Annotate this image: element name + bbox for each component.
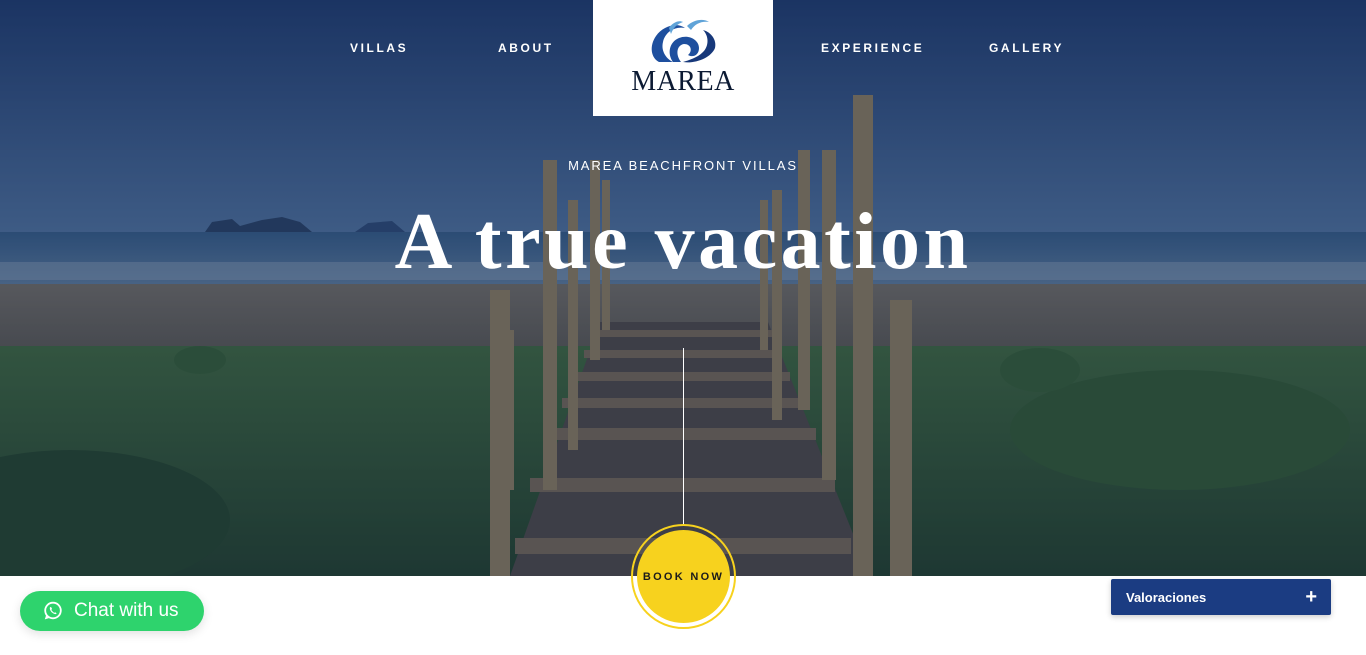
valoraciones-label: Valoraciones (1126, 589, 1207, 605)
page: VILLAS ABOUT EXPERIENCE GALLERY MAREA MA… (0, 0, 1366, 655)
hero-divider-line (683, 348, 684, 526)
nav-about-link[interactable]: ABOUT (498, 41, 554, 55)
valoraciones-widget[interactable]: Valoraciones + (1111, 579, 1331, 615)
nav-villas-link[interactable]: VILLAS (350, 41, 408, 55)
plus-icon[interactable]: + (1305, 587, 1317, 607)
nav-experience-link[interactable]: EXPERIENCE (821, 41, 924, 55)
chat-with-us-button[interactable]: Chat with us (20, 591, 204, 631)
logo-home-link[interactable]: MAREA (593, 0, 773, 116)
chat-label: Chat with us (74, 600, 179, 621)
nav-gallery-link[interactable]: GALLERY (989, 41, 1064, 55)
book-now-label: BOOK NOW (637, 530, 730, 623)
hero-kicker: MAREA BEACHFRONT VILLAS (568, 158, 798, 173)
wave-logo-icon (651, 19, 716, 63)
whatsapp-icon (43, 601, 63, 621)
book-now-button[interactable]: BOOK NOW (631, 524, 736, 629)
hero-headline: A true vacation (394, 198, 972, 286)
logo-wordmark: MAREA (631, 66, 735, 97)
